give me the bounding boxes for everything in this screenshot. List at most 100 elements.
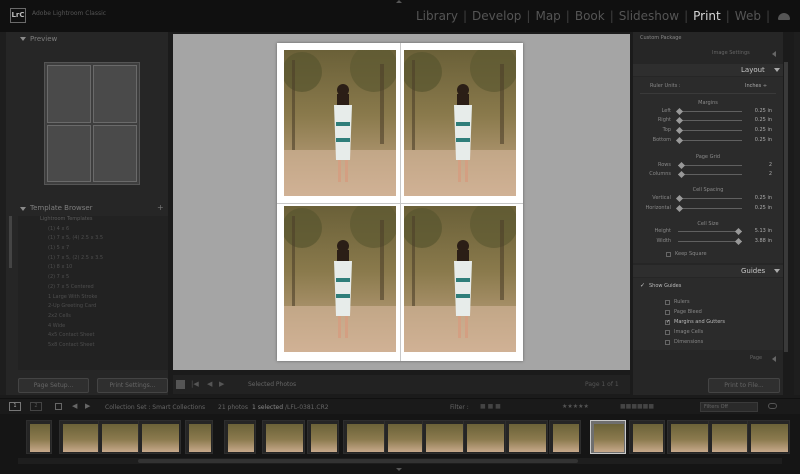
filmstrip-thumbnail[interactable] [307, 420, 339, 454]
color-filter-icons[interactable]: ■■■■■■ [620, 403, 654, 410]
template-browser-title[interactable]: Template Browser [30, 204, 93, 212]
template-item[interactable]: (1) 4 x 6 [18, 226, 168, 236]
filmstrip-thumbnail[interactable] [747, 420, 790, 454]
layout-section-header[interactable]: Layout [633, 64, 783, 76]
cloud-icon[interactable] [778, 13, 790, 20]
slider-track[interactable] [678, 174, 742, 175]
slider-value[interactable]: 0.25 in [744, 195, 772, 201]
module-map[interactable]: Map [532, 9, 563, 23]
slider-value[interactable]: 5.13 in [744, 228, 772, 234]
right-scrollbar[interactable] [784, 62, 788, 352]
bottom-collapse-arrow-icon[interactable] [396, 468, 402, 471]
source-breadcrumb[interactable]: Collection Set : Smart Collections [105, 404, 205, 411]
image-settings-section[interactable]: Image Settings [712, 50, 750, 56]
template-item[interactable]: 1 Large With Stroke [18, 294, 168, 304]
slider-value[interactable]: 0.25 in [744, 117, 772, 123]
filmstrip-thumbnail[interactable] [224, 420, 256, 454]
collapse-triangle-icon[interactable] [20, 37, 26, 41]
template-item[interactable]: 2-Up Greeting Card [18, 303, 168, 313]
slider-track[interactable] [678, 120, 742, 121]
template-item[interactable]: (1) 8 x 10 [18, 264, 168, 274]
filmstrip-scrollbar[interactable] [18, 458, 782, 464]
page-setup-button[interactable]: Page Setup... [18, 378, 89, 393]
template-item[interactable]: (1) 7 x 5, (2) 2.5 x 3.5 [18, 255, 168, 265]
filmstrip-thumbnail[interactable] [629, 420, 665, 454]
filmstrip-thumbnail[interactable] [708, 420, 751, 454]
template-item[interactable]: (2) 7 x 5 Centered [18, 284, 168, 294]
guide-checkbox[interactable] [665, 340, 670, 345]
module-print[interactable]: Print [690, 9, 724, 23]
slider-track[interactable] [678, 165, 742, 166]
stop-icon[interactable] [176, 380, 185, 389]
slider-value[interactable]: 2 [744, 171, 772, 177]
print-settings-button[interactable]: Print Settings... [97, 378, 168, 393]
slider-track[interactable] [678, 241, 742, 242]
filmstrip-thumbnail[interactable] [463, 420, 506, 454]
filmstrip-thumbnail[interactable] [98, 420, 141, 454]
module-web[interactable]: Web [732, 9, 764, 23]
filmstrip-thumbnail[interactable] [343, 420, 386, 454]
first-page-icon[interactable]: |◀ [191, 380, 199, 388]
switch-icon[interactable] [768, 403, 777, 409]
page-1-button[interactable]: 1 [9, 402, 21, 411]
photo-cell[interactable] [404, 50, 516, 196]
template-item[interactable]: (2) 7 x 5 [18, 274, 168, 284]
filmstrip-thumbnail[interactable] [667, 420, 710, 454]
forward-arrow-icon[interactable]: ▶ [85, 402, 90, 410]
filmstrip-thumbnail[interactable] [262, 420, 305, 454]
slider-value[interactable]: 0.25 in [744, 137, 772, 143]
slider-value[interactable]: 0.25 in [744, 127, 772, 133]
preview-panel-title[interactable]: Preview [30, 35, 57, 43]
template-item[interactable]: 4x5 Contact Sheet [18, 332, 168, 342]
rating-filter-icons[interactable]: ★★★★★ [562, 403, 589, 410]
filmstrip-thumbnail[interactable] [505, 420, 548, 454]
left-scrollbar[interactable] [9, 216, 12, 268]
top-collapse-arrow-icon[interactable] [396, 0, 402, 3]
flag-filter-icons[interactable]: ■ ■ ■ [480, 403, 501, 410]
selection-dropdown[interactable]: Selected Photos [248, 381, 296, 388]
slider-value[interactable]: 2 [744, 162, 772, 168]
page-section[interactable]: Page [750, 355, 762, 361]
filmstrip-thumbnail[interactable] [26, 420, 52, 454]
template-item[interactable]: (1) 5 x 7 [18, 245, 168, 255]
module-book[interactable]: Book [572, 9, 608, 23]
next-page-icon[interactable]: ▶ [219, 380, 224, 388]
expand-triangle-icon[interactable] [772, 356, 776, 362]
slider-track[interactable] [678, 111, 742, 112]
previous-page-icon[interactable]: ◀ [207, 380, 212, 388]
collapse-triangle-icon[interactable] [20, 207, 26, 211]
slider-value[interactable]: 0.25 in [744, 205, 772, 211]
filename[interactable]: /LFL-0381.CR2 [285, 404, 329, 411]
template-item[interactable]: 4 Wide [18, 323, 168, 333]
guide-checkbox[interactable] [665, 310, 670, 315]
back-arrow-icon[interactable]: ◀ [72, 402, 77, 410]
guide-checkbox[interactable] [665, 300, 670, 305]
template-item[interactable]: 2x2 Cells [18, 313, 168, 323]
page-2-button[interactable]: 2 [30, 402, 42, 411]
filmstrip-thumbnail[interactable] [185, 420, 213, 454]
guides-section-header[interactable]: Guides [633, 265, 783, 277]
slider-track[interactable] [678, 140, 742, 141]
filmstrip-thumbnail[interactable] [138, 420, 181, 454]
grid-icon[interactable] [55, 403, 62, 410]
slider-value[interactable]: 0.25 in [744, 108, 772, 114]
filmstrip-thumbnail[interactable] [549, 420, 581, 454]
template-folder[interactable]: Lightroom Templates [18, 216, 168, 226]
add-template-icon[interactable]: + [157, 203, 164, 212]
filmstrip-thumbnail[interactable] [384, 420, 427, 454]
right-panel-edge[interactable] [794, 32, 800, 395]
photo-cell[interactable] [284, 206, 396, 352]
guide-checkbox[interactable]: ✓ [665, 320, 670, 325]
module-develop[interactable]: Develop [469, 9, 524, 23]
slider-track[interactable] [678, 130, 742, 131]
guide-checkbox[interactable] [665, 330, 670, 335]
filmstrip-thumbnail[interactable] [59, 420, 102, 454]
slider-value[interactable]: 3.88 in [744, 238, 772, 244]
slider-track[interactable] [678, 198, 742, 199]
module-library[interactable]: Library [413, 9, 461, 23]
custom-package-label[interactable]: Custom Package [640, 35, 681, 41]
filmstrip-thumbnail[interactable] [590, 420, 626, 454]
slider-track[interactable] [678, 231, 742, 232]
photo-cell[interactable] [284, 50, 396, 196]
left-panel-edge[interactable] [0, 32, 6, 395]
